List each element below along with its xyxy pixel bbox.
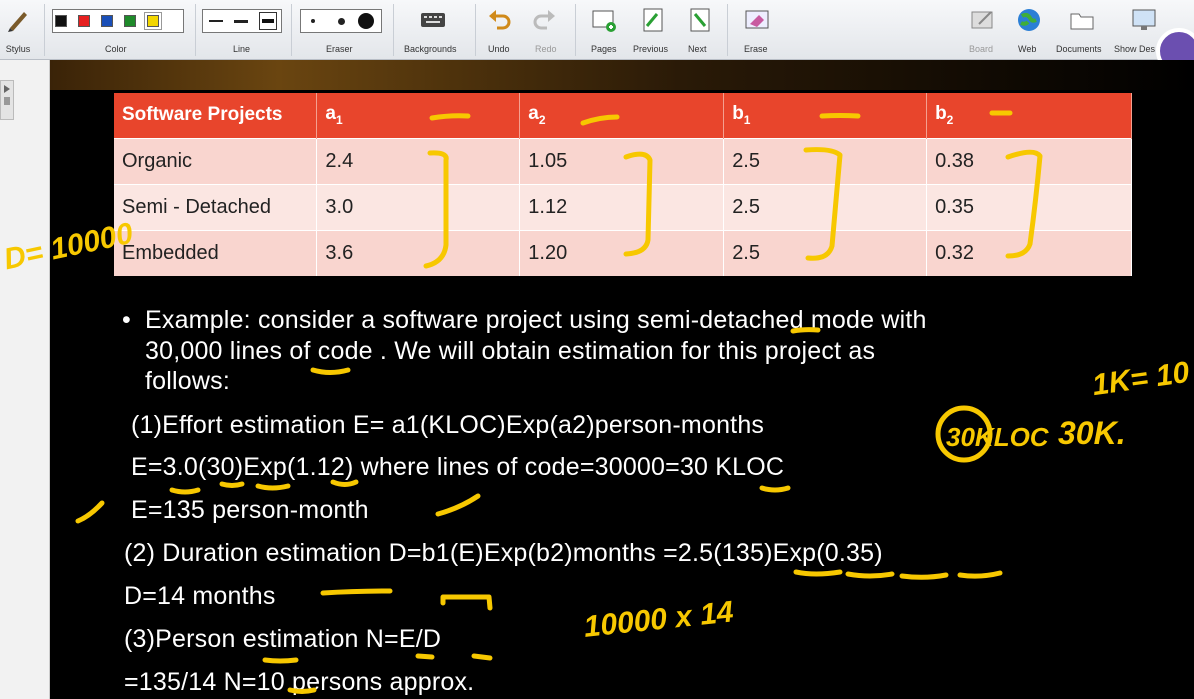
header-b2: b2	[926, 93, 1132, 138]
cocomo-coefficients-table: Software Projects a1 a2 b1 b2 Organic 2.…	[114, 93, 1132, 276]
cell-mode: Semi - Detached	[114, 183, 318, 230]
example-line-3: follows:	[145, 367, 230, 395]
next-page-icon	[690, 8, 710, 32]
presentation-slide: Software Projects a1 a2 b1 b2 Organic 2.…	[50, 60, 1194, 699]
undo-button[interactable]: Undo	[480, 0, 520, 60]
panel-expand-handle[interactable]	[0, 80, 14, 120]
previous-page-icon	[643, 8, 663, 32]
annotation-toolbar: Stylus Color Line Eraser Backgrounds Und…	[0, 0, 1194, 74]
table-row: Semi - Detached 3.0 1.12 2.5 0.35	[114, 183, 1132, 230]
color-swatch-red[interactable]	[78, 15, 90, 27]
cell-b2: 0.38	[926, 137, 1132, 184]
undo-icon	[489, 10, 511, 30]
duration-result: D=14 months	[124, 582, 276, 610]
redo-button[interactable]: Redo	[524, 0, 564, 60]
keyboard-icon	[421, 13, 445, 27]
next-button[interactable]: Next	[682, 0, 718, 60]
effort-formula: (1)Effort estimation E= a1(KLOC)Exp(a2)p…	[131, 411, 765, 439]
redo-icon	[533, 10, 555, 30]
erase-button[interactable]: Erase	[736, 0, 778, 60]
expand-arrow-icon	[4, 85, 10, 105]
cell-b1: 2.5	[723, 137, 928, 184]
header-a2: a2	[519, 93, 725, 138]
cell-a2: 1.12	[519, 183, 725, 230]
example-line-2: 30,000 lines of code . We will obtain es…	[145, 337, 876, 365]
table-header-row: Software Projects a1 a2 b1 b2	[114, 93, 1132, 138]
monitor-icon	[1132, 9, 1156, 30]
cell-b1: 2.5	[723, 183, 928, 230]
header-software-projects: Software Projects	[114, 93, 318, 138]
cell-a2: 1.20	[519, 229, 725, 276]
backgrounds-button[interactable]: Backgrounds	[398, 0, 468, 60]
person-result: =135/14 N=10 persons approx.	[124, 668, 475, 696]
color-palette	[52, 9, 184, 33]
stylus-tool[interactable]: Stylus	[2, 0, 34, 60]
eraser-tool[interactable]: Eraser	[296, 0, 386, 60]
color-swatch-yellow[interactable]	[145, 13, 161, 29]
folder-icon	[1070, 13, 1094, 30]
globe-icon	[1018, 9, 1040, 31]
cell-b1: 2.5	[723, 229, 928, 276]
board-button[interactable]: Board	[966, 0, 1000, 60]
line-width-options	[202, 9, 282, 33]
line-tool[interactable]: Line	[198, 0, 286, 60]
web-button[interactable]: Web	[1012, 0, 1046, 60]
cell-mode: Embedded	[114, 229, 318, 276]
bullet-marker: •	[122, 306, 131, 334]
color-swatch-green[interactable]	[124, 15, 136, 27]
header-b1: b1	[723, 93, 928, 138]
pages-icon	[592, 10, 616, 32]
board-icon	[971, 11, 993, 29]
cell-b2: 0.32	[926, 229, 1132, 276]
header-a1: a1	[316, 93, 521, 138]
color-swatch-black[interactable]	[55, 15, 67, 27]
left-side-panel	[0, 60, 50, 699]
cell-b2: 0.35	[926, 183, 1132, 230]
eraser-size-options	[300, 9, 382, 33]
cell-a1: 3.0	[316, 183, 521, 230]
previous-button[interactable]: Previous	[630, 0, 676, 60]
table-row: Organic 2.4 1.05 2.5 0.38	[114, 137, 1132, 184]
documents-button[interactable]: Documents	[1056, 0, 1108, 60]
cell-a2: 1.05	[519, 137, 725, 184]
effort-result: E=135 person-month	[131, 496, 369, 524]
pages-button[interactable]: Pages	[586, 0, 622, 60]
cell-a1: 2.4	[316, 137, 521, 184]
erase-icon	[745, 10, 769, 29]
duration-formula: (2) Duration estimation D=b1(E)Exp(b2)mo…	[124, 539, 883, 567]
slide-header-band	[50, 60, 1194, 90]
color-tool[interactable]: Color	[48, 0, 188, 60]
person-formula: (3)Person estimation N=E/D	[124, 625, 442, 653]
cell-a1: 3.6	[316, 229, 521, 276]
cell-mode: Organic	[114, 137, 318, 184]
effort-substitution: E=3.0(30)Exp(1.12) where lines of code=3…	[131, 453, 785, 481]
example-line-1: Example: consider a software project usi…	[145, 306, 927, 334]
color-swatch-blue[interactable]	[101, 15, 113, 27]
stylus-icon	[8, 12, 27, 32]
table-row: Embedded 3.6 1.20 2.5 0.32	[114, 229, 1132, 276]
